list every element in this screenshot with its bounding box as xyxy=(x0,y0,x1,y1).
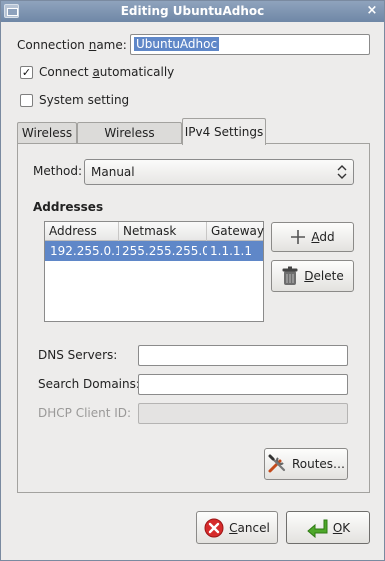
column-header-netmask[interactable]: Netmask xyxy=(119,222,207,241)
trash-icon xyxy=(282,266,298,285)
table-row[interactable]: 192.255.0.1 255.255.255.0 1.1.1.1 xyxy=(45,241,263,261)
ok-mnemonic: O xyxy=(332,520,343,535)
dhcp-client-id-field xyxy=(138,403,348,424)
delete-button[interactable]: Delete xyxy=(271,260,354,292)
ok-button[interactable]: OK xyxy=(286,511,370,544)
title-bar[interactable]: Editing UbuntuAdhoc × xyxy=(1,1,384,22)
connect-automatically-label-suffix: utomatically xyxy=(99,65,175,79)
connect-automatically-label-text: Connect xyxy=(39,65,93,79)
cell-gateway: 1.1.1.1 xyxy=(210,244,252,258)
dns-servers-label: DNS Servers: xyxy=(38,348,118,362)
add-button-label-rest: dd xyxy=(319,230,335,244)
cancel-button[interactable]: Cancel xyxy=(196,511,278,544)
cancel-icon xyxy=(204,518,224,537)
connect-automatically-label[interactable]: Connect automatically xyxy=(39,65,174,79)
column-header-address[interactable]: Address xyxy=(45,222,119,241)
addresses-heading: Addresses xyxy=(33,200,104,214)
method-combo[interactable]: Manual xyxy=(84,159,354,185)
routes-button-label: Routes… xyxy=(291,457,346,471)
column-header-gateway[interactable]: Gateway xyxy=(207,222,264,241)
cell-netmask: 255.255.255.0 xyxy=(122,244,207,258)
ok-button-label: OK xyxy=(333,521,350,535)
add-button[interactable]: Add xyxy=(271,222,354,252)
addresses-table[interactable]: Address Netmask Gateway 192.255.0.1 255.… xyxy=(44,221,264,322)
add-button-label: Add xyxy=(311,230,334,244)
search-domains-field[interactable] xyxy=(138,374,348,395)
cancel-button-label: Cancel xyxy=(229,521,270,535)
system-setting-checkbox[interactable] xyxy=(20,94,33,107)
delete-mnemonic: D xyxy=(304,269,314,283)
close-icon[interactable]: × xyxy=(364,3,380,19)
routes-button[interactable]: Routes… xyxy=(264,448,348,480)
cancel-button-label-rest: ancel xyxy=(237,520,270,535)
tab-ipv4-settings[interactable]: IPv4 Settings xyxy=(182,118,266,145)
network-window-icon xyxy=(4,4,19,18)
dhcp-client-id-label: DHCP Client ID: xyxy=(38,406,132,420)
connection-name-label-suffix: ame: xyxy=(96,38,127,52)
connect-automatically-mnemonic: a xyxy=(92,65,100,79)
system-setting-label[interactable]: System setting xyxy=(39,93,129,107)
dns-servers-field[interactable] xyxy=(138,345,348,366)
connection-name-field[interactable]: UbuntuAdhoc xyxy=(130,34,370,55)
tab-wireless[interactable]: Wireless xyxy=(17,122,77,144)
cell-address: 192.255.0.1 xyxy=(50,244,119,258)
cancel-mnemonic: C xyxy=(229,520,238,535)
delete-button-label: Delete xyxy=(304,269,343,283)
method-value: Manual xyxy=(91,165,135,179)
connect-automatically-checkbox[interactable]: ✓ xyxy=(20,66,33,79)
search-domains-label: Search Domains: xyxy=(38,377,140,391)
window-title: Editing UbuntuAdhoc xyxy=(120,4,265,18)
table-header: Address Netmask Gateway xyxy=(45,222,264,241)
connection-name-value: UbuntuAdhoc xyxy=(134,37,220,51)
dialog-window: Editing UbuntuAdhoc × Connection name: U… xyxy=(0,0,385,561)
ok-button-label-rest: K xyxy=(342,520,351,535)
chevron-up-down-icon xyxy=(337,165,347,179)
method-label: Method: xyxy=(33,164,83,178)
plus-icon xyxy=(291,230,306,244)
connection-name-label: Connection name: xyxy=(17,38,127,52)
tab-wireless-security[interactable]: Wireless Security xyxy=(77,122,182,160)
connection-name-label-text: Connection xyxy=(17,38,89,52)
tools-icon xyxy=(268,454,286,473)
delete-button-label-rest: elete xyxy=(313,269,344,283)
ok-arrow-icon xyxy=(307,519,328,538)
